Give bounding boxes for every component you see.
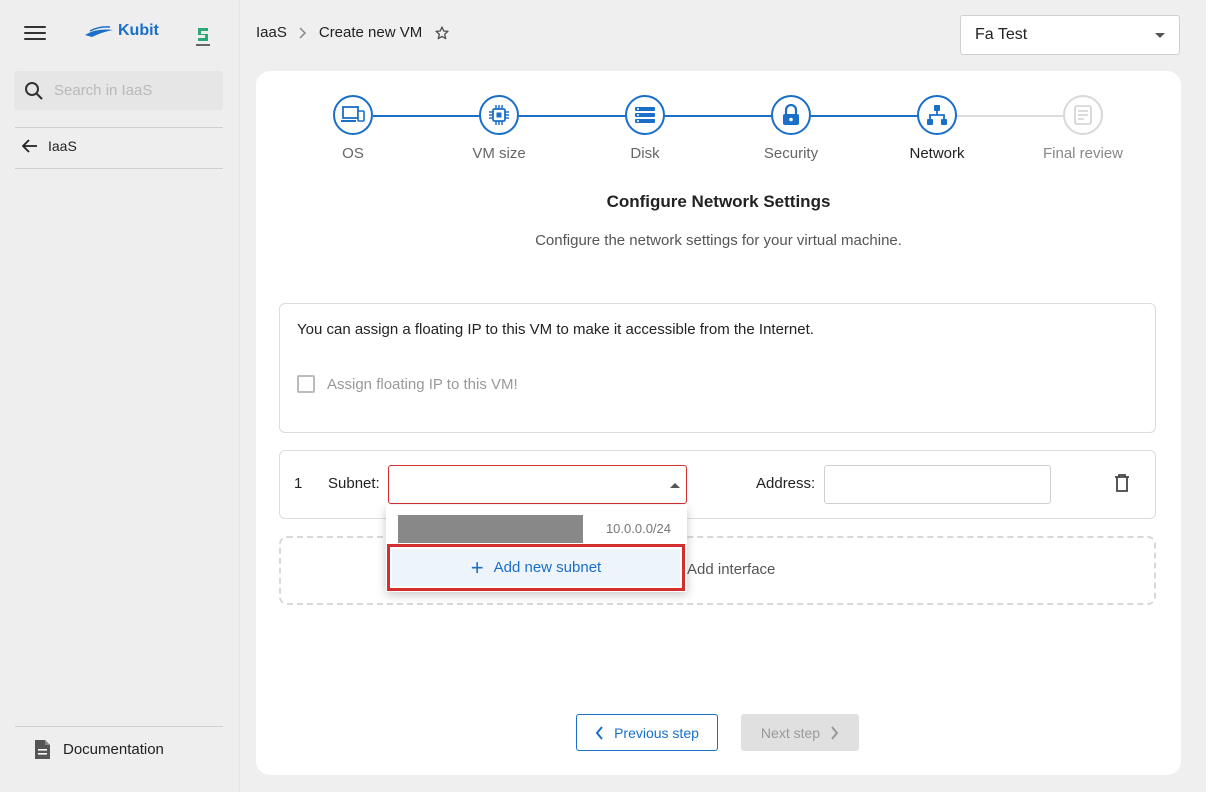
brand-name: Kubit <box>118 22 159 39</box>
documentation-link[interactable]: Documentation <box>34 739 164 760</box>
step-os-label: OS <box>342 145 364 162</box>
search-input[interactable] <box>54 82 204 99</box>
document-icon <box>35 740 50 759</box>
step-security-label: Security <box>763 145 819 162</box>
sidebar: Kubit IaaS Documentation <box>0 0 240 792</box>
breadcrumb-current: Create new VM <box>318 24 423 41</box>
previous-step-label: Previous step <box>614 724 699 741</box>
plus-icon: + <box>470 554 484 580</box>
step-security-circle <box>771 95 811 135</box>
step-network[interactable]: Network <box>867 95 1007 162</box>
add-interface-label: Add interface <box>687 561 776 578</box>
breadcrumb-root[interactable]: IaaS <box>256 24 287 41</box>
tenant-select[interactable]: Fa Test <box>960 15 1180 55</box>
chevron-down-icon <box>1155 32 1165 38</box>
back-link-label: IaaS <box>48 138 77 154</box>
chevron-right-icon <box>299 26 306 39</box>
page-title: Configure Network Settings <box>606 192 831 211</box>
redacted-subnet-name <box>398 515 583 543</box>
step-disk-label: Disk <box>630 145 660 162</box>
subnet-label: Subnet: <box>328 475 380 492</box>
partner-logo-icon <box>190 24 216 48</box>
chevron-left-icon <box>595 725 603 740</box>
previous-step-button[interactable]: Previous step <box>576 714 718 751</box>
sidebar-search[interactable] <box>14 71 223 110</box>
step-disk-circle <box>625 95 665 135</box>
kubit-logo-icon <box>85 26 113 37</box>
chevron-right-icon <box>831 725 839 740</box>
chevron-up-icon <box>670 483 680 488</box>
floating-ip-checkbox-row[interactable]: Assign floating IP to this VM! <box>297 375 1138 393</box>
step-os-circle <box>333 95 373 135</box>
search-icon <box>25 81 43 100</box>
floating-ip-checkbox-label: Assign floating IP to this VM! <box>327 375 518 393</box>
next-step-label: Next step <box>760 724 821 741</box>
subnet-dropdown-menu: 10.0.0.0/24 + Add new subnet <box>386 505 687 592</box>
step-network-label: Network <box>909 145 965 162</box>
step-vm-size[interactable]: VM size <box>429 95 569 162</box>
back-to-iaas-link[interactable]: IaaS <box>22 138 77 154</box>
floating-ip-panel: You can assign a floating IP to this VM … <box>279 303 1156 433</box>
step-final-review-label: Final review <box>1042 145 1124 162</box>
step-vm-size-circle <box>479 95 519 135</box>
review-icon <box>1074 105 1092 125</box>
create-vm-card: OS VM size Disk Security Network Final r… <box>256 71 1181 775</box>
stepper: OS VM size Disk Security Network Final r… <box>256 71 1181 181</box>
step-final-review[interactable]: Final review <box>1013 95 1153 162</box>
star-icon[interactable] <box>434 25 450 41</box>
sidebar-divider <box>15 168 223 169</box>
arrow-left-icon <box>22 139 37 153</box>
breadcrumb: IaaS Create new VM <box>256 24 450 41</box>
menu-icon[interactable] <box>24 26 46 44</box>
step-final-review-circle <box>1063 95 1103 135</box>
delete-interface-button[interactable] <box>1114 473 1130 497</box>
floating-ip-checkbox[interactable] <box>297 375 315 393</box>
interface-index: 1 <box>294 475 303 492</box>
step-network-circle <box>917 95 957 135</box>
chip-icon <box>489 105 509 125</box>
address-label: Address: <box>756 475 816 492</box>
step-os[interactable]: OS <box>283 95 423 162</box>
devices-icon <box>341 106 365 122</box>
floating-ip-description: You can assign a floating IP to this VM … <box>297 321 814 338</box>
storage-icon <box>635 107 655 123</box>
lock-icon <box>783 104 799 125</box>
add-new-subnet-label: Add new subnet <box>493 559 602 576</box>
add-new-subnet-button[interactable]: + Add new subnet <box>387 544 685 591</box>
network-icon <box>927 105 947 125</box>
sidebar-divider <box>15 726 223 727</box>
step-disk[interactable]: Disk <box>575 95 715 162</box>
next-step-button[interactable]: Next step <box>741 714 859 751</box>
page-subtitle: Configure the network settings for your … <box>535 232 902 249</box>
step-vm-size-label: VM size <box>472 145 526 162</box>
step-security[interactable]: Security <box>721 95 861 162</box>
subnet-option[interactable]: 10.0.0.0/24 <box>386 513 687 543</box>
documentation-label: Documentation <box>63 741 164 758</box>
tenant-select-value: Fa Test <box>975 26 1028 43</box>
subnet-select[interactable] <box>388 465 687 504</box>
sidebar-divider <box>15 127 223 128</box>
trash-icon <box>1115 474 1129 492</box>
brand-logo[interactable]: Kubit <box>84 22 159 40</box>
subnet-option-cidr: 10.0.0.0/24 <box>605 521 671 536</box>
address-input[interactable] <box>824 465 1051 504</box>
